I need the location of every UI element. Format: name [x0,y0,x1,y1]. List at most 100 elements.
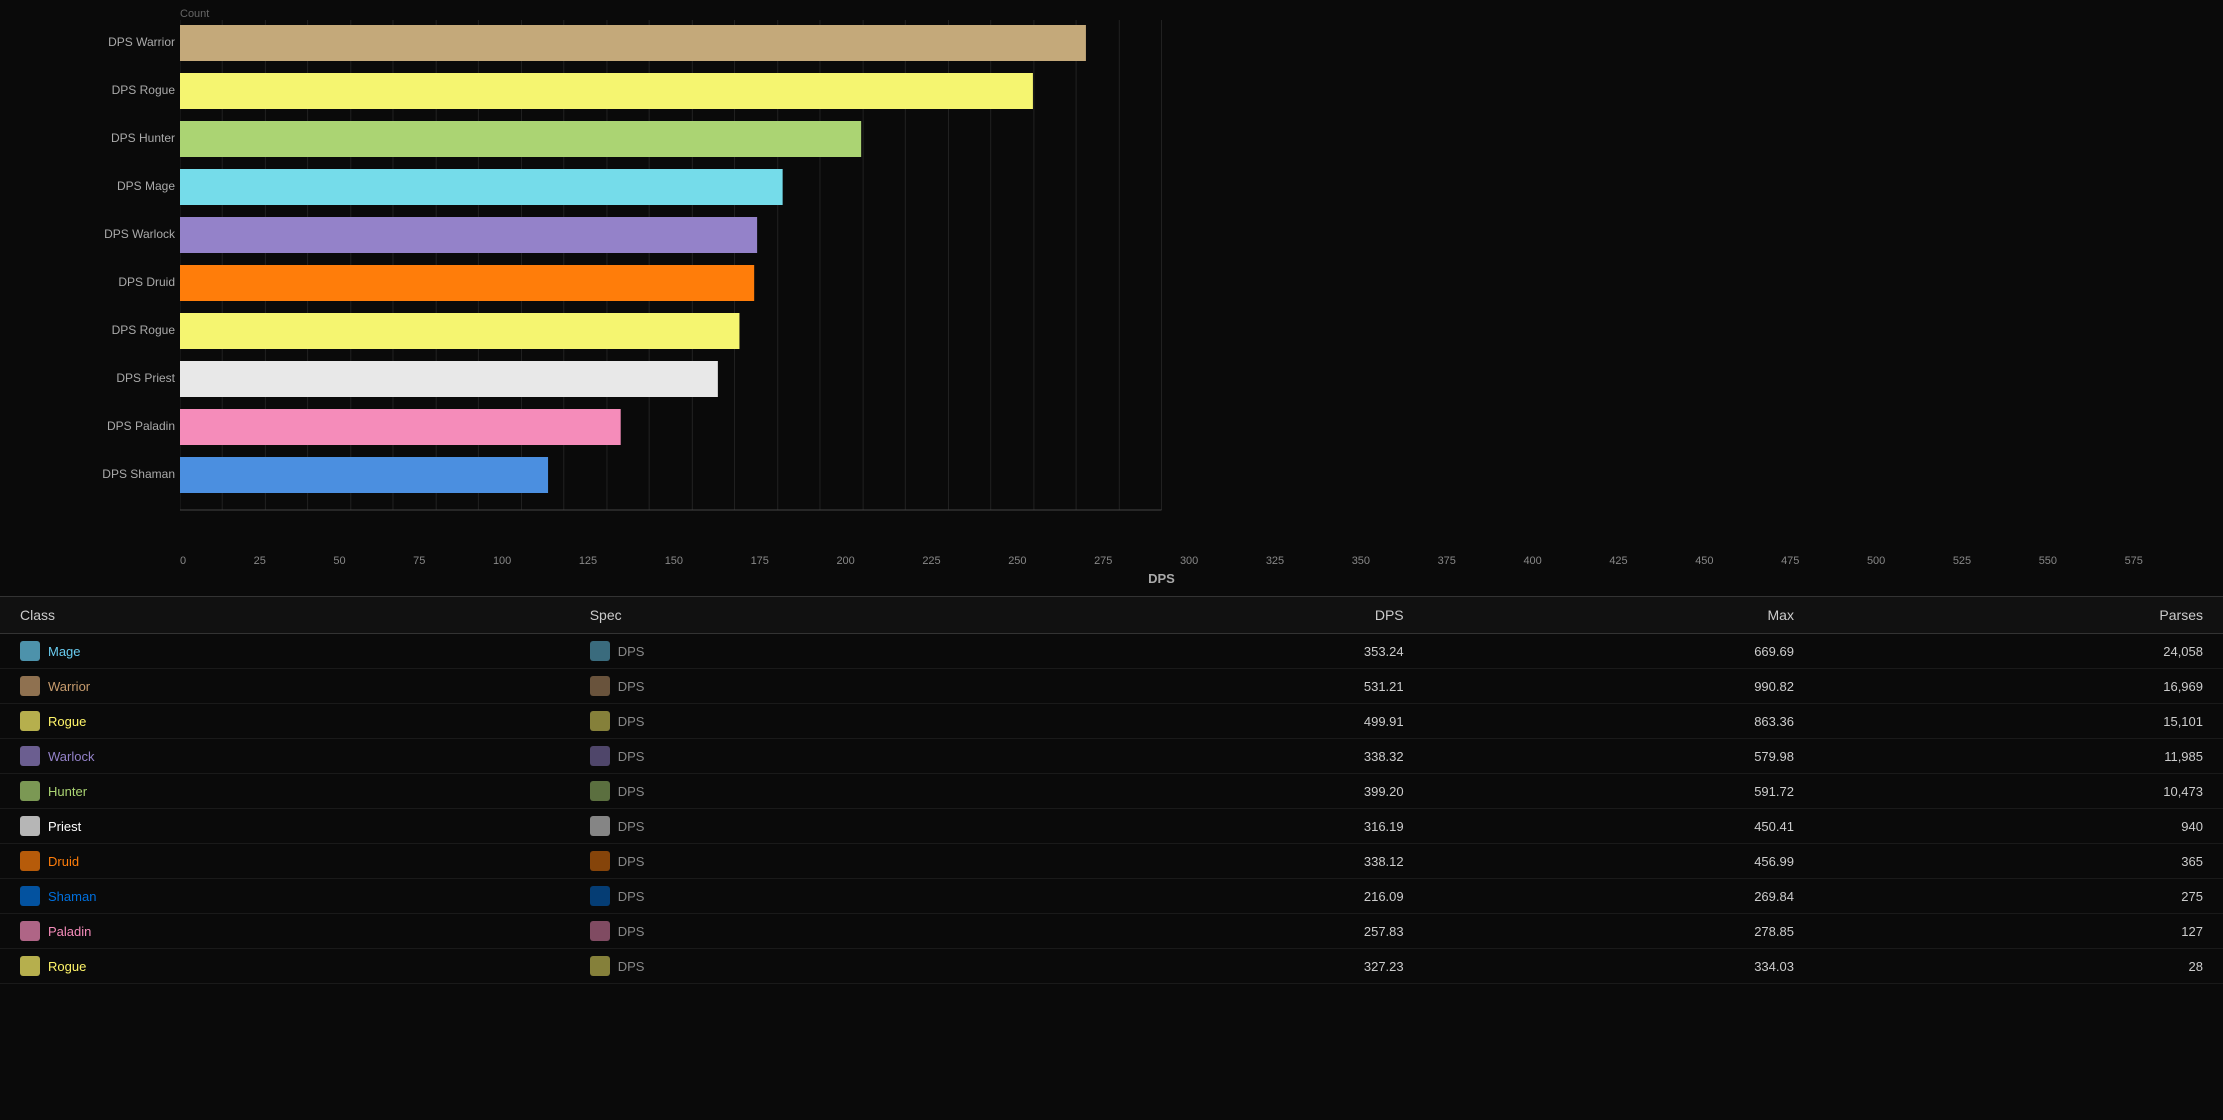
table-row[interactable]: Rogue DPS 499.91 863.36 15,101 [0,704,2223,739]
bar-druid [180,265,754,301]
x-axis-label: DPS [180,571,2143,586]
cell-parses: 10,473 [1814,774,2223,809]
cell-max: 450.41 [1424,809,1814,844]
class-name: Rogue [48,714,86,729]
spec-name: DPS [618,819,645,834]
tick-550: 550 [2039,555,2057,567]
bar-warrior [180,25,1086,61]
bar-mage [180,169,783,205]
table-row[interactable]: Paladin DPS 257.83 278.85 127 [0,914,2223,949]
tick-175: 175 [751,555,769,567]
cell-dps: 399.20 [1033,774,1423,809]
cell-parses: 275 [1814,879,2223,914]
tick-275: 275 [1094,555,1112,567]
table-row[interactable]: Shaman DPS 216.09 269.84 275 [0,879,2223,914]
col-spec: Spec [570,597,1034,634]
table-section: Class Spec DPS Max Parses Mage DPS 353.2… [0,596,2223,984]
tick-450: 450 [1695,555,1713,567]
cell-dps: 327.23 [1033,949,1423,984]
class-icon [20,851,40,871]
cell-parses: 127 [1814,914,2223,949]
table-row[interactable]: Mage DPS 353.24 669.69 24,058 [0,634,2223,669]
spec-name: DPS [618,889,645,904]
bar-priest [180,361,718,397]
bar-rogue1 [180,73,1033,109]
label-priest: DPS Priest [116,371,175,385]
spec-icon [590,781,610,801]
cell-spec: DPS [570,739,1034,774]
table-row[interactable]: Hunter DPS 399.20 591.72 10,473 [0,774,2223,809]
class-name: Warrior [48,679,90,694]
spec-name: DPS [618,924,645,939]
spec-name: DPS [618,749,645,764]
class-icon [20,781,40,801]
table-body: Mage DPS 353.24 669.69 24,058 Warrior DP… [0,634,2223,984]
cell-spec: DPS [570,844,1034,879]
table-row[interactable]: Priest DPS 316.19 450.41 940 [0,809,2223,844]
cell-dps: 338.32 [1033,739,1423,774]
table-row[interactable]: Warlock DPS 338.32 579.98 11,985 [0,739,2223,774]
spec-name: DPS [618,854,645,869]
col-parses: Parses [1814,597,2223,634]
cell-parses: 940 [1814,809,2223,844]
bar-labels: DPS Warrior DPS Rogue DPS Hunter DPS Mag… [10,20,175,500]
spec-name: DPS [618,784,645,799]
cell-spec: DPS [570,774,1034,809]
cell-dps: 216.09 [1033,879,1423,914]
cell-max: 863.36 [1424,704,1814,739]
chart-title: Count [180,8,209,20]
tick-525: 525 [1953,555,1971,567]
label-mage: DPS Mage [117,179,175,193]
table-row[interactable]: Warrior DPS 531.21 990.82 16,969 [0,669,2223,704]
cell-spec: DPS [570,949,1034,984]
cell-class: Priest [0,809,570,844]
main-container: Count [0,0,2223,984]
cell-class: Paladin [0,914,570,949]
bar-rogue2 [180,313,739,349]
class-icon [20,816,40,836]
class-icon [20,956,40,976]
tick-425: 425 [1609,555,1627,567]
tick-150: 150 [665,555,683,567]
spec-icon [590,746,610,766]
spec-name: DPS [618,959,645,974]
spec-icon [590,711,610,731]
tick-0: 0 [180,555,186,567]
table-row[interactable]: Rogue DPS 327.23 334.03 28 [0,949,2223,984]
cell-parses: 16,969 [1814,669,2223,704]
bar-hunter [180,121,861,157]
cell-parses: 28 [1814,949,2223,984]
cell-spec: DPS [570,809,1034,844]
cell-max: 278.85 [1424,914,1814,949]
col-dps: DPS [1033,597,1423,634]
class-name: Shaman [48,889,96,904]
tick-25: 25 [254,555,266,567]
spec-icon [590,676,610,696]
spec-name: DPS [618,714,645,729]
table-row[interactable]: Druid DPS 338.12 456.99 365 [0,844,2223,879]
spec-icon [590,816,610,836]
label-hunter: DPS Hunter [111,131,175,145]
bar-paladin [180,409,621,445]
label-warrior: DPS Warrior [108,35,175,49]
cell-dps: 531.21 [1033,669,1423,704]
tick-250: 250 [1008,555,1026,567]
cell-parses: 15,101 [1814,704,2223,739]
cell-dps: 353.24 [1033,634,1423,669]
col-class: Class [0,597,570,634]
tick-75: 75 [413,555,425,567]
chart-svg [180,20,2143,550]
label-shaman: DPS Shaman [102,467,175,481]
class-icon [20,676,40,696]
cell-class: Warrior [0,669,570,704]
chart-area: DPS Warrior DPS Rogue DPS Hunter DPS Mag… [180,20,2143,586]
class-icon [20,711,40,731]
tick-475: 475 [1781,555,1799,567]
cell-parses: 365 [1814,844,2223,879]
spec-icon [590,641,610,661]
tick-325: 325 [1266,555,1284,567]
spec-name: DPS [618,679,645,694]
cell-class: Druid [0,844,570,879]
cell-max: 579.98 [1424,739,1814,774]
spec-icon [590,956,610,976]
